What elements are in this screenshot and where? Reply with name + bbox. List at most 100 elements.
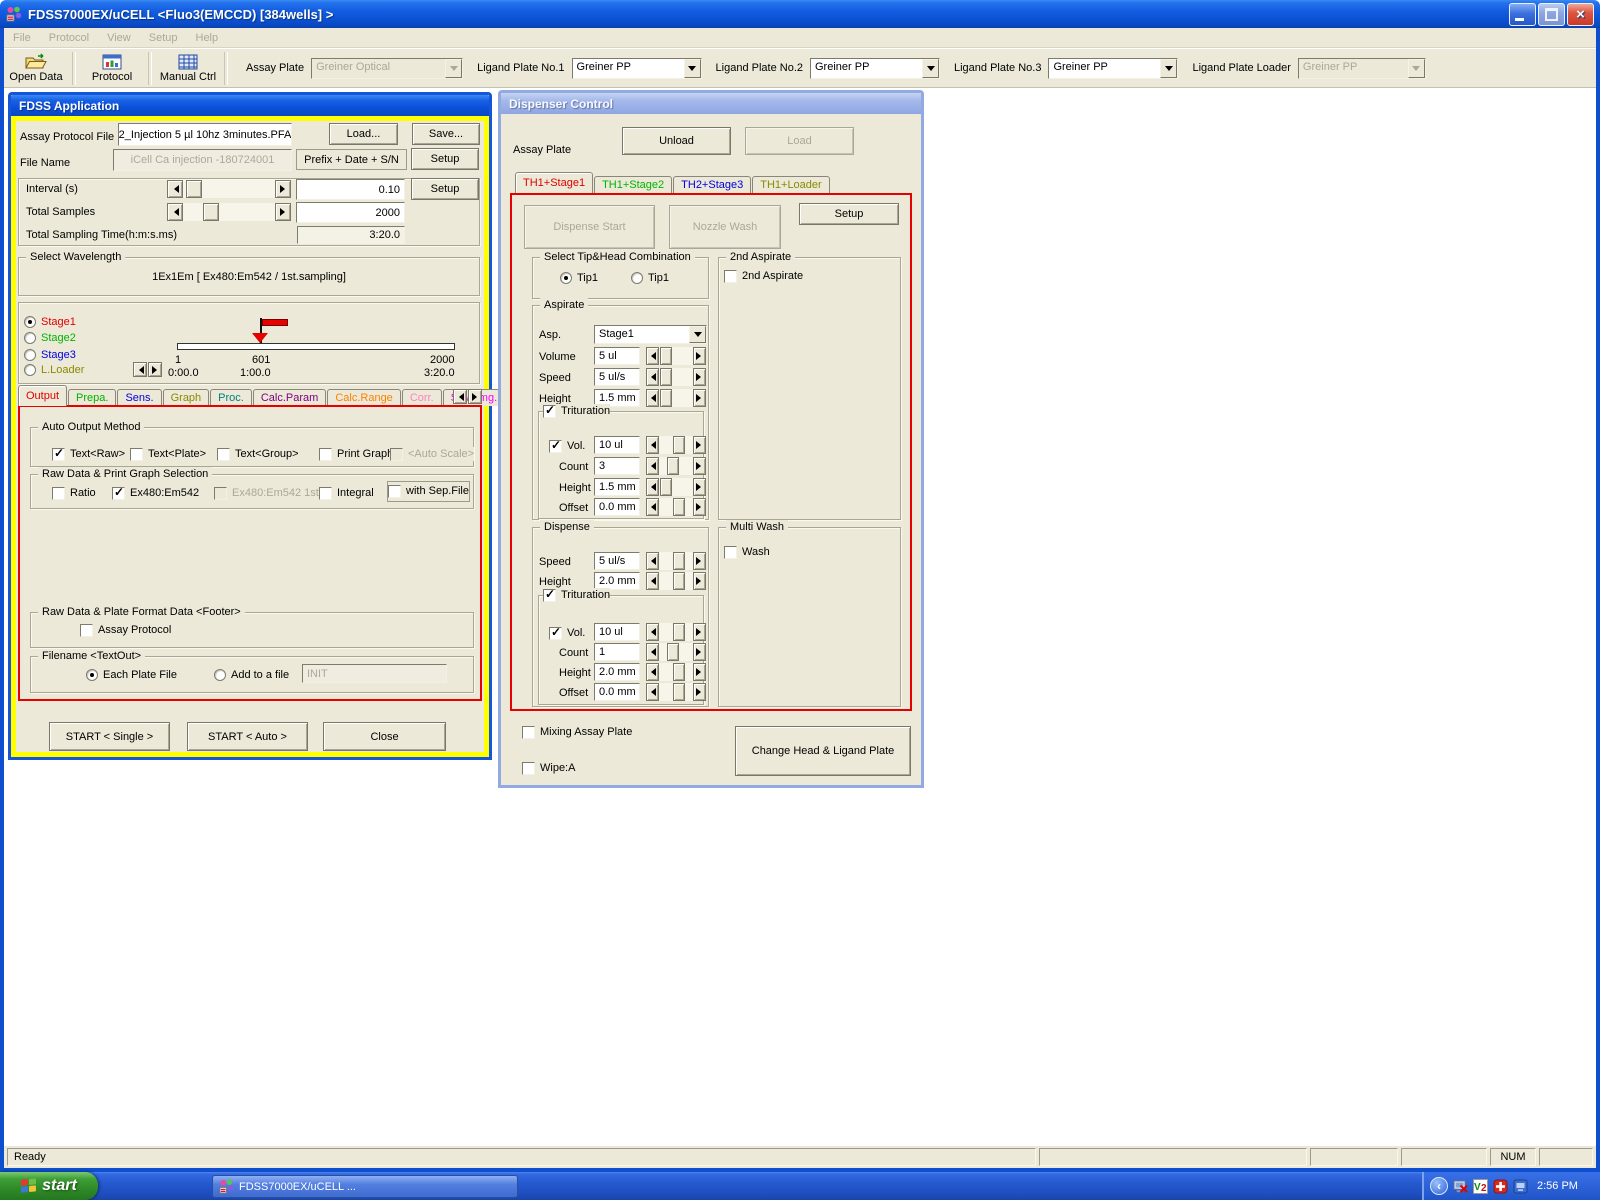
dispenser-window-titlebar[interactable]: Dispenser Control	[501, 93, 921, 114]
hide-chevron-icon[interactable]: ‹	[1430, 1177, 1448, 1195]
dispense-speed-slider[interactable]	[646, 552, 706, 570]
aspirate-trit-height-field[interactable]: 1.5 mm	[594, 478, 640, 496]
stage1-radio[interactable]: Stage1	[24, 315, 76, 329]
dispense-speed-field[interactable]: 5 ul/s	[594, 552, 640, 570]
slider-right-arrow[interactable]	[693, 389, 706, 407]
dispense-trit-offset-field[interactable]: 0.0 mm	[594, 683, 640, 701]
dispense-trit-height-field[interactable]: 2.0 mm	[594, 663, 640, 681]
ex480-em542-checkbox[interactable]: Ex480:Em542	[112, 486, 199, 500]
aspirate-trit-count-slider[interactable]	[646, 457, 706, 475]
close-dialog-button[interactable]: Close	[323, 722, 446, 751]
slider-right-arrow[interactable]	[693, 436, 706, 454]
stage2-radio[interactable]: Stage2	[24, 331, 76, 345]
slider-left-arrow[interactable]	[646, 663, 659, 681]
slider-left-arrow[interactable]	[646, 436, 659, 454]
security-shield-icon[interactable]	[1493, 1179, 1508, 1194]
tip1-radio-a[interactable]: Tip1	[560, 271, 598, 285]
radio-icon[interactable]	[24, 332, 36, 344]
slider-left-arrow[interactable]	[646, 368, 659, 386]
radio-icon[interactable]	[86, 669, 98, 681]
menu-view[interactable]: View	[98, 29, 140, 47]
network-tool-icon[interactable]	[1513, 1179, 1528, 1194]
aspirate-speed-field[interactable]: 5 ul/s	[594, 368, 640, 386]
slider-thumb[interactable]	[673, 623, 685, 641]
display-error-icon[interactable]	[1453, 1179, 1468, 1194]
manual-ctrl-button[interactable]: Manual Ctrl	[156, 50, 220, 87]
slider-right-arrow[interactable]	[693, 478, 706, 496]
slider-track[interactable]	[659, 663, 693, 681]
aspirate-volume-slider[interactable]	[646, 347, 706, 365]
filename-setup-button[interactable]: Setup	[411, 148, 479, 170]
slider-thumb[interactable]	[673, 436, 685, 454]
dispenser-setup-button[interactable]: Setup	[799, 203, 899, 225]
tab-scroll-left-button[interactable]	[453, 389, 467, 404]
second-aspirate-checkbox[interactable]: 2nd Aspirate	[724, 269, 803, 283]
slider-track[interactable]	[183, 203, 275, 221]
tab-scroll-right-button[interactable]	[468, 389, 482, 404]
slider-thumb[interactable]	[660, 478, 672, 496]
checkbox-icon[interactable]	[549, 440, 562, 453]
interval-setup-button[interactable]: Setup	[411, 178, 479, 200]
radio-icon[interactable]	[24, 349, 36, 361]
slider-thumb[interactable]	[673, 498, 685, 516]
checkbox-icon[interactable]	[549, 627, 562, 640]
l-loader-radio[interactable]: L.Loader	[24, 363, 84, 377]
print-graph-checkbox[interactable]: Print Graph	[319, 447, 393, 461]
slider-right-arrow[interactable]	[693, 683, 706, 701]
slider-thumb[interactable]	[667, 457, 679, 475]
checkbox-icon[interactable]	[130, 448, 143, 461]
checkbox-icon[interactable]	[80, 624, 93, 637]
tab-calc-range[interactable]: Calc.Range	[327, 389, 400, 406]
dispense-trituration-checkbox[interactable]: Trituration	[543, 588, 610, 602]
total-samples-field[interactable]: 2000	[296, 202, 405, 223]
dispense-trit-count-field[interactable]: 1	[594, 643, 640, 661]
slider-right-arrow[interactable]	[693, 623, 706, 641]
dispense-trit-vol-checkbox[interactable]: Vol.	[549, 626, 585, 640]
aspirate-height-slider[interactable]	[646, 389, 706, 407]
slider-thumb[interactable]	[673, 683, 685, 701]
checkbox-icon[interactable]	[388, 485, 401, 498]
slider-track[interactable]	[659, 683, 693, 701]
slider-thumb[interactable]	[673, 663, 685, 681]
start-auto-button[interactable]: START < Auto >	[187, 722, 308, 751]
chevron-down-icon[interactable]	[684, 59, 701, 78]
aspirate-trit-offset-slider[interactable]	[646, 498, 706, 516]
integral-checkbox[interactable]: Integral	[319, 486, 374, 500]
interval-field[interactable]: 0.10	[296, 179, 405, 200]
marker-right-button[interactable]	[148, 362, 162, 377]
dispense-trit-height-slider[interactable]	[646, 663, 706, 681]
aspirate-volume-field[interactable]: 5 ul	[594, 347, 640, 365]
slider-track[interactable]	[659, 478, 693, 496]
checkbox-icon[interactable]	[522, 726, 535, 739]
interval-slider[interactable]	[167, 180, 291, 198]
slider-track[interactable]	[183, 180, 275, 198]
slider-left-arrow[interactable]	[646, 683, 659, 701]
open-data-button[interactable]: Open Data	[4, 50, 68, 87]
start-single-button[interactable]: START < Single >	[49, 722, 170, 751]
tab-corr[interactable]: Corr.	[402, 389, 442, 406]
menu-protocol[interactable]: Protocol	[40, 29, 98, 47]
tab-th1-stage2[interactable]: TH1+Stage2	[594, 176, 672, 193]
mixing-assay-plate-checkbox[interactable]: Mixing Assay Plate	[522, 725, 632, 739]
slider-track[interactable]	[659, 623, 693, 641]
slider-track[interactable]	[659, 552, 693, 570]
slider-right-arrow[interactable]	[693, 663, 706, 681]
v2-scanner-icon[interactable]: V2	[1473, 1179, 1488, 1194]
slider-right-arrow[interactable]	[275, 180, 291, 198]
slider-right-arrow[interactable]	[693, 368, 706, 386]
assay-protocol-file-field[interactable]: 2_Injection 5 µl 10hz 3minutes.PFA	[118, 123, 292, 146]
tab-graph[interactable]: Graph	[163, 389, 210, 406]
asp-stage-combo[interactable]: Stage1	[594, 325, 707, 344]
aspirate-trit-vol-field[interactable]: 10 ul	[594, 436, 640, 454]
checkbox-icon[interactable]	[522, 762, 535, 775]
checkbox-icon[interactable]	[543, 589, 556, 602]
aspirate-trit-height-slider[interactable]	[646, 478, 706, 496]
checkbox-icon[interactable]	[52, 448, 65, 461]
slider-thumb[interactable]	[203, 203, 219, 221]
aspirate-trit-vol-slider[interactable]	[646, 436, 706, 454]
tab-calc-param[interactable]: Calc.Param	[253, 389, 326, 406]
menu-file[interactable]: File	[4, 29, 40, 47]
tab-th1-stage1[interactable]: TH1+Stage1	[515, 172, 593, 193]
slider-right-arrow[interactable]	[693, 347, 706, 365]
radio-icon[interactable]	[24, 364, 36, 376]
